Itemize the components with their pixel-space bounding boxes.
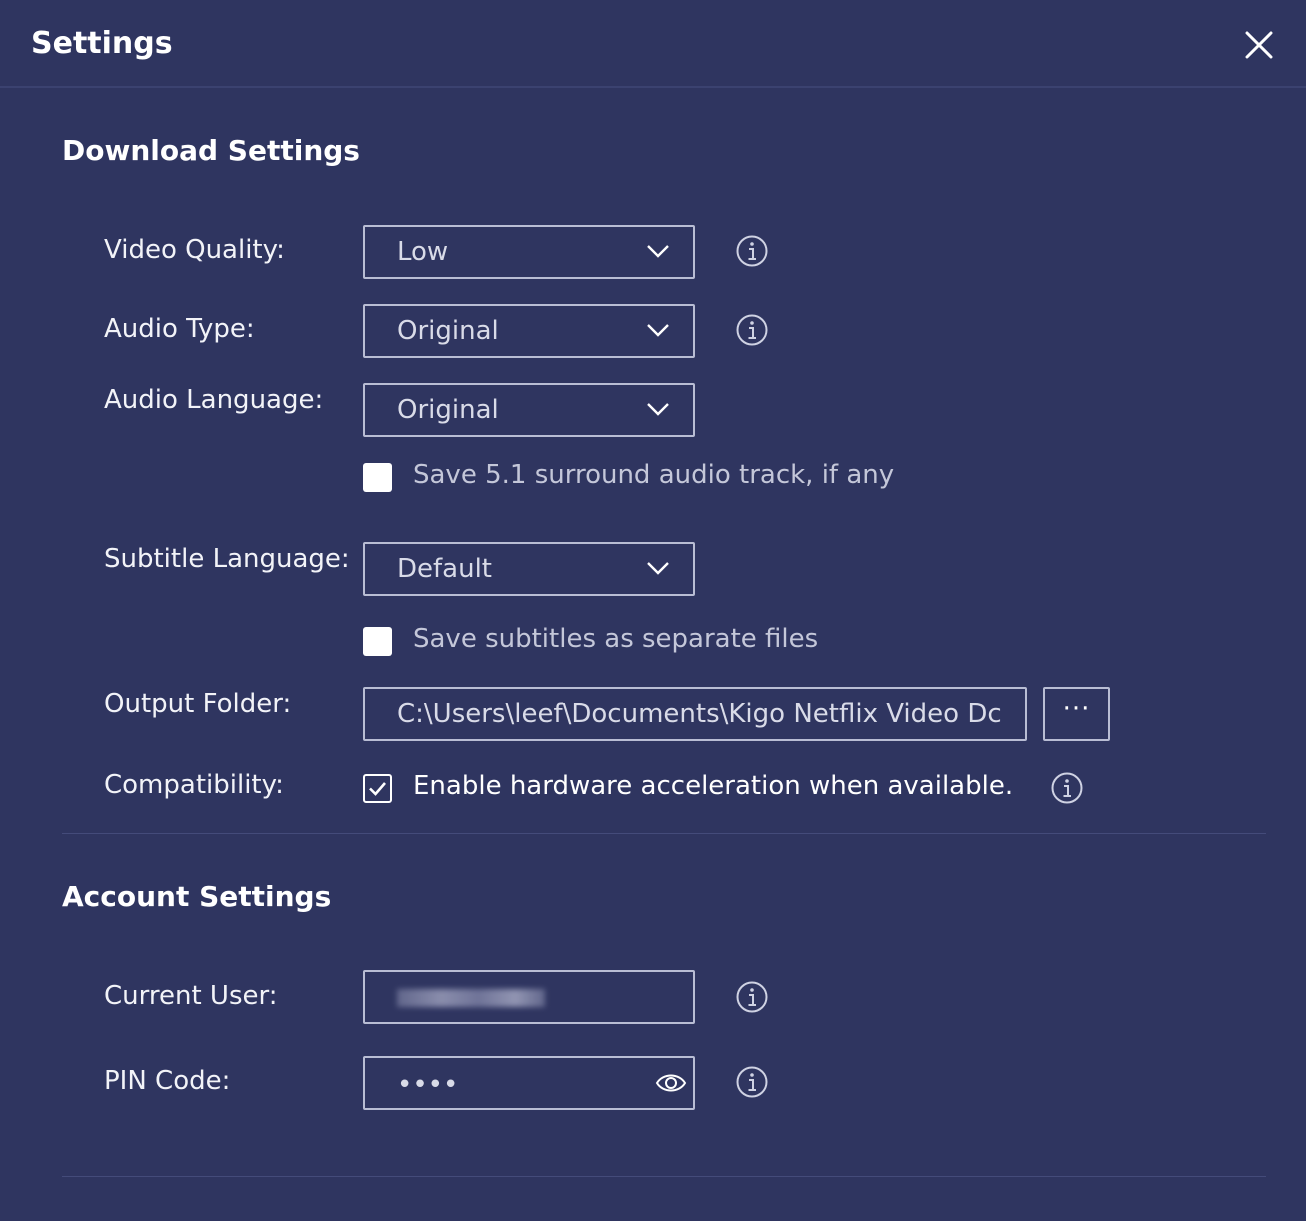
audio-language-value: Original: [397, 395, 499, 425]
pin-code-info-icon[interactable]: [735, 1065, 769, 1099]
compatibility-info-icon[interactable]: [1050, 771, 1084, 805]
audio-type-select[interactable]: Original: [363, 304, 695, 358]
browse-folder-button[interactable]: ···: [1043, 687, 1110, 741]
chevron-down-icon: [647, 245, 669, 258]
output-folder-label: Output Folder:: [104, 689, 292, 719]
pin-code-input[interactable]: ••••: [363, 1056, 695, 1110]
section-divider: [62, 833, 1266, 834]
audio-type-info-icon[interactable]: [735, 313, 769, 347]
output-folder-path: C:\Users\leef\Documents\Kigo Netflix Vid…: [397, 699, 1002, 729]
compatibility-label: Compatibility:: [104, 770, 284, 800]
redacted-username: [397, 989, 545, 1007]
hardware-acceleration-checkbox[interactable]: [363, 774, 392, 803]
audio-type-value: Original: [397, 316, 499, 346]
separate-subtitles-label: Save subtitles as separate files: [413, 624, 819, 654]
download-settings-title: Download Settings: [62, 134, 360, 167]
bottom-divider: [62, 1176, 1266, 1177]
current-user-info-icon[interactable]: [735, 980, 769, 1014]
subtitle-language-label: Subtitle Language:: [104, 544, 350, 574]
audio-language-label: Audio Language:: [104, 385, 324, 415]
title-bar: Settings: [0, 0, 1306, 88]
audio-language-select[interactable]: Original: [363, 383, 695, 437]
chevron-down-icon: [647, 562, 669, 575]
pin-code-value: ••••: [397, 1070, 459, 1100]
settings-dialog: Settings Download Settings Video Quality…: [0, 0, 1306, 1221]
account-settings-title: Account Settings: [62, 880, 332, 913]
close-icon: [1245, 31, 1273, 59]
video-quality-value: Low: [397, 237, 449, 267]
video-quality-label: Video Quality:: [104, 235, 285, 265]
hardware-acceleration-label: Enable hardware acceleration when availa…: [413, 771, 1014, 801]
output-folder-input[interactable]: C:\Users\leef\Documents\Kigo Netflix Vid…: [363, 687, 1027, 741]
video-quality-info-icon[interactable]: [735, 234, 769, 268]
surround-audio-checkbox[interactable]: [363, 463, 392, 492]
subtitle-language-value: Default: [397, 554, 492, 584]
chevron-down-icon: [647, 324, 669, 337]
chevron-down-icon: [647, 403, 669, 416]
separate-subtitles-checkbox[interactable]: [363, 627, 392, 656]
audio-type-label: Audio Type:: [104, 314, 255, 344]
current-user-label: Current User:: [104, 981, 278, 1011]
close-button[interactable]: [1240, 26, 1278, 64]
more-icon: ···: [1062, 694, 1091, 724]
checkmark-icon: [369, 782, 386, 796]
pin-code-label: PIN Code:: [104, 1066, 231, 1096]
video-quality-select[interactable]: Low: [363, 225, 695, 279]
dialog-title: Settings: [31, 26, 173, 61]
surround-audio-label: Save 5.1 surround audio track, if any: [413, 460, 895, 490]
eye-icon[interactable]: [655, 1068, 687, 1098]
current-user-field: [363, 970, 695, 1024]
subtitle-language-select[interactable]: Default: [363, 542, 695, 596]
